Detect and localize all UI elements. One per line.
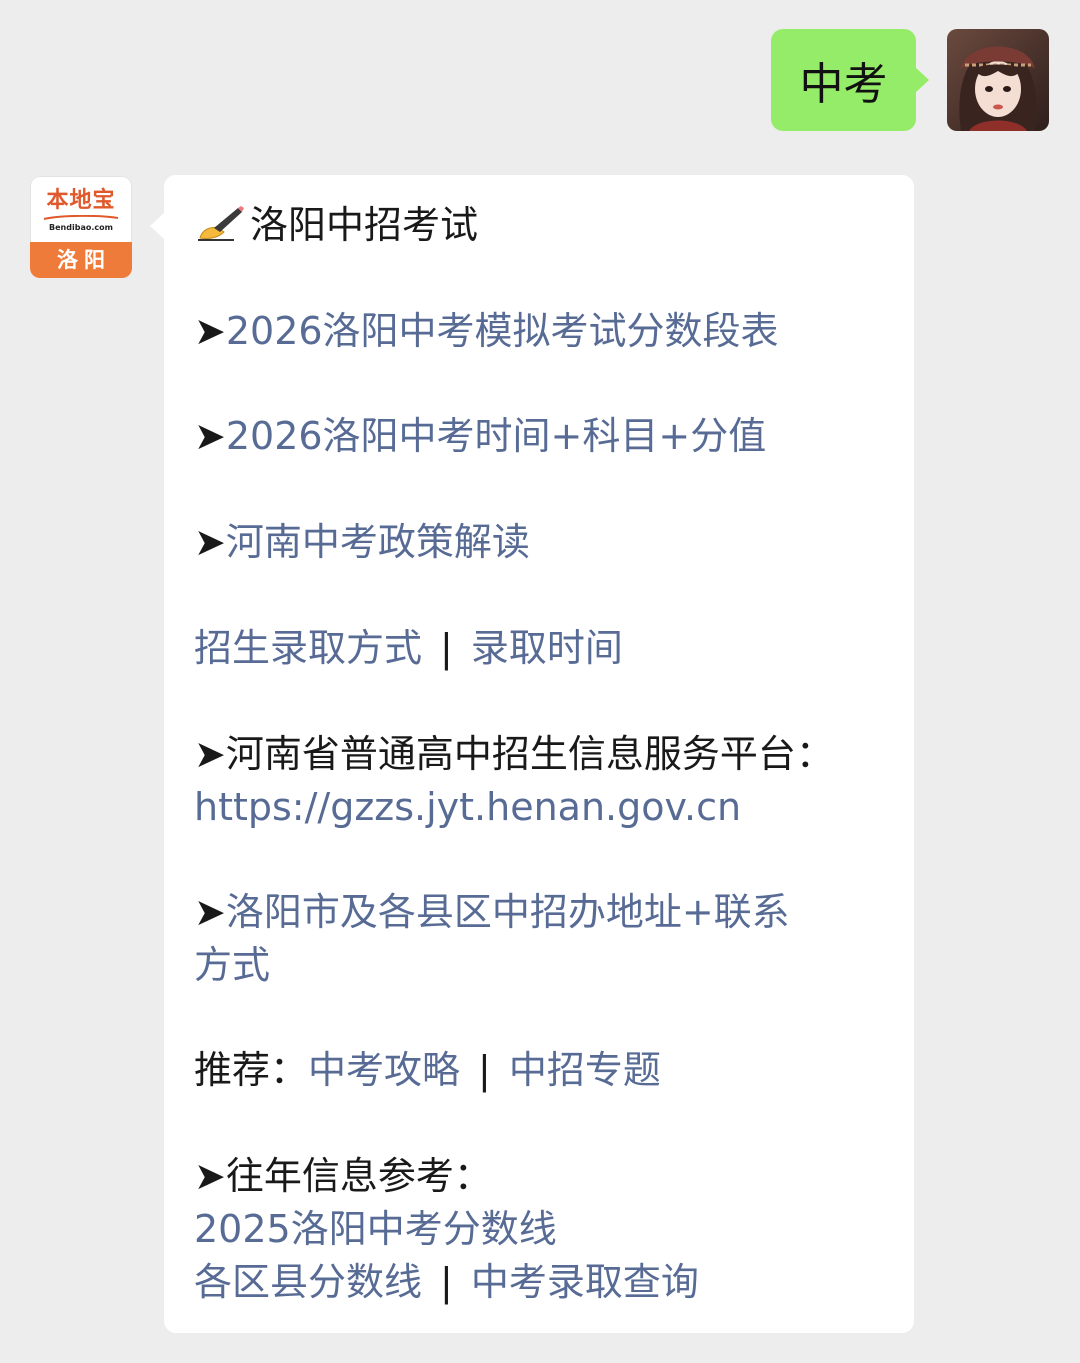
reply-title: 洛阳中招考试 bbox=[250, 203, 479, 247]
row-score-table: ➤2026洛阳中考模拟考试分数段表 bbox=[194, 304, 779, 358]
link-strategy[interactable]: 中考攻略 bbox=[308, 1048, 460, 1092]
row-exam-time: ➤2026洛阳中考时间+科目+分值 bbox=[194, 409, 766, 463]
link-office[interactable]: 洛阳市及各县区中招办地址+联系 bbox=[226, 890, 790, 934]
link-topic[interactable]: 中招专题 bbox=[509, 1048, 661, 1092]
logo-swoosh-icon bbox=[43, 215, 119, 220]
reply-message-bubble: 洛阳中招考试 ➤2026洛阳中考模拟考试分数段表 ➤2026洛阳中考时间+科目+… bbox=[150, 175, 914, 1333]
row-history-links: 各区县分数线 | 中考录取查询 bbox=[194, 1255, 699, 1309]
bendibao-logo: 本地宝 Bendibao.com bbox=[30, 176, 132, 242]
writing-hand-icon bbox=[194, 204, 246, 258]
separator: | bbox=[478, 1048, 491, 1092]
history-label: 往年信息参考： bbox=[225, 1154, 492, 1198]
link-platform-url[interactable]: https://gzzs.jyt.henan.gov.cn bbox=[194, 785, 741, 829]
row-office-cont: 方式 bbox=[194, 938, 270, 992]
link-admission-method[interactable]: 招生录取方式 bbox=[194, 626, 422, 670]
logo-brand-text: 本地宝 bbox=[46, 188, 116, 213]
link-admission-time[interactable]: 录取时间 bbox=[471, 626, 623, 670]
account-avatar[interactable]: 本地宝 Bendibao.com 洛阳 bbox=[30, 176, 132, 278]
platform-label: 河南省普通高中招生信息服务平台： bbox=[225, 732, 834, 776]
link-policy[interactable]: 河南中考政策解读 bbox=[226, 520, 530, 564]
arrow-icon: ➤ bbox=[194, 732, 226, 776]
link-exam-time[interactable]: 2026洛阳中考时间+科目+分值 bbox=[226, 414, 766, 458]
user-avatar[interactable] bbox=[947, 29, 1049, 131]
arrow-icon: ➤ bbox=[194, 890, 226, 934]
recommend-label: 推荐： bbox=[194, 1048, 309, 1092]
user-avatar-image bbox=[947, 29, 1049, 131]
row-recommend: 推荐：中考攻略 | 中招专题 bbox=[194, 1043, 661, 1097]
row-office: ➤洛阳市及各县区中招办地址+联系 bbox=[194, 885, 790, 939]
arrow-icon: ➤ bbox=[194, 520, 226, 564]
arrow-icon: ➤ bbox=[194, 309, 226, 353]
row-platform-label: ➤河南省普通高中招生信息服务平台： bbox=[194, 727, 834, 781]
link-score-table[interactable]: 2026洛阳中考模拟考试分数段表 bbox=[226, 309, 779, 353]
logo-domain-text: Bendibao.com bbox=[49, 223, 113, 232]
reply-title-row: 洛阳中招考试 bbox=[194, 198, 478, 258]
row-platform-url: https://gzzs.jyt.henan.gov.cn bbox=[194, 780, 741, 834]
row-policy: ➤河南中考政策解读 bbox=[194, 515, 530, 569]
logo-city-label: 洛阳 bbox=[30, 242, 132, 278]
link-district-score[interactable]: 各区县分数线 bbox=[194, 1260, 422, 1304]
arrow-icon: ➤ bbox=[194, 1154, 226, 1198]
link-office-continued[interactable]: 方式 bbox=[194, 943, 270, 987]
arrow-icon: ➤ bbox=[194, 414, 226, 458]
row-history-label: ➤往年信息参考： bbox=[194, 1149, 492, 1203]
row-history-2025: 2025洛阳中考分数线 bbox=[194, 1202, 557, 1256]
user-message-bubble[interactable]: 中考 bbox=[771, 29, 929, 131]
link-admission-query[interactable]: 中考录取查询 bbox=[471, 1260, 699, 1304]
link-2025-score[interactable]: 2025洛阳中考分数线 bbox=[194, 1207, 557, 1251]
separator: | bbox=[440, 626, 453, 670]
separator: | bbox=[440, 1260, 453, 1304]
row-admission: 招生录取方式 | 录取时间 bbox=[194, 621, 623, 675]
user-message-text: 中考 bbox=[799, 59, 888, 110]
